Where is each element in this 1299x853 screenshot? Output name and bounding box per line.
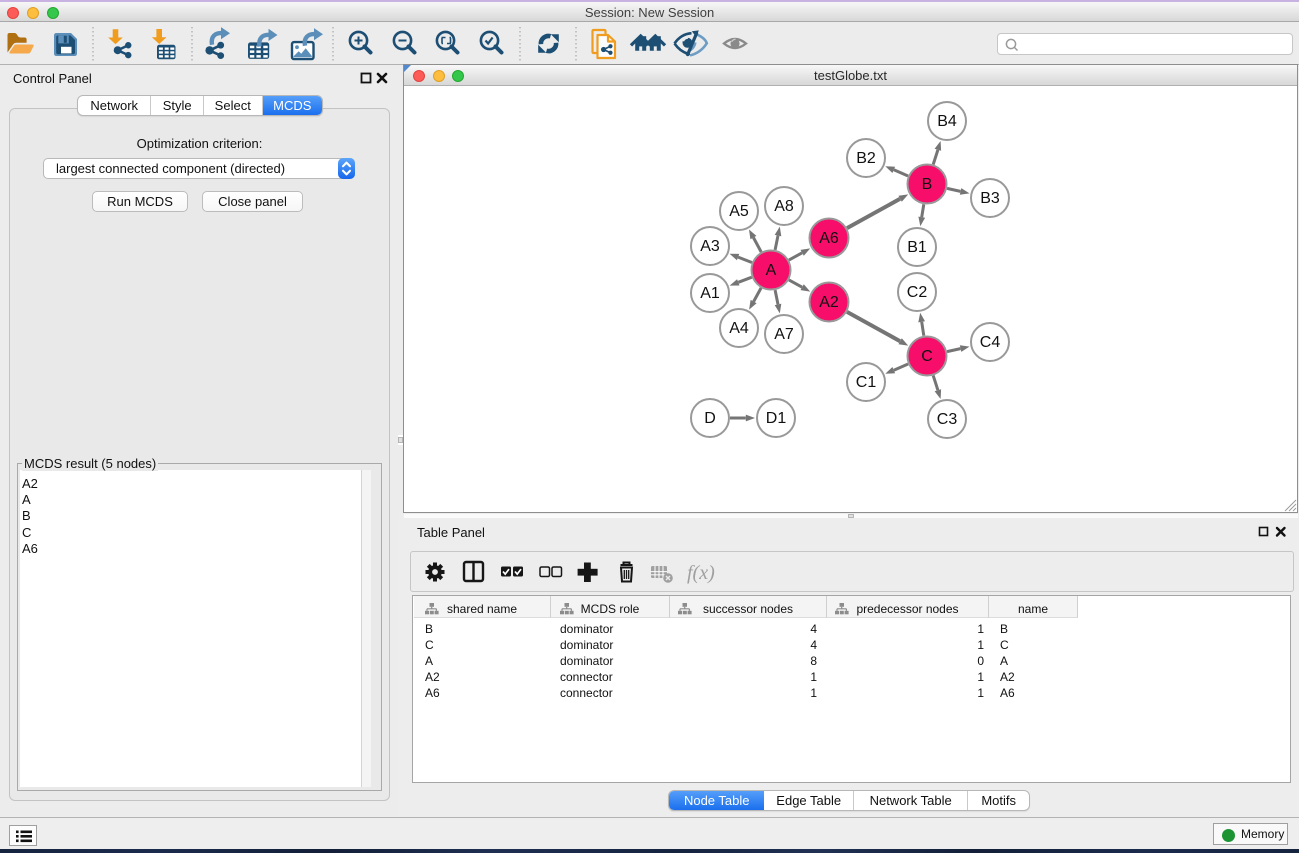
svg-text:A1: A1 [700, 285, 720, 302]
svg-text:A4: A4 [729, 320, 749, 337]
svg-text:A5: A5 [729, 203, 749, 220]
svg-text:A8: A8 [774, 198, 794, 215]
svg-text:A3: A3 [700, 238, 720, 255]
svg-text:B4: B4 [937, 113, 957, 130]
svg-text:D1: D1 [766, 410, 787, 427]
svg-text:C4: C4 [980, 334, 1001, 351]
svg-text:C2: C2 [907, 284, 928, 301]
svg-text:A7: A7 [774, 326, 794, 343]
svg-text:B2: B2 [856, 150, 876, 167]
svg-text:A: A [766, 262, 777, 279]
svg-text:D: D [704, 410, 716, 427]
svg-text:C1: C1 [856, 374, 877, 391]
svg-text:C3: C3 [937, 411, 958, 428]
svg-text:A2: A2 [819, 294, 839, 311]
svg-text:B: B [922, 176, 933, 193]
svg-text:A6: A6 [819, 230, 839, 247]
svg-text:B3: B3 [980, 190, 1000, 207]
svg-text:C: C [921, 348, 933, 365]
svg-text:f(x): f(x) [687, 562, 715, 584]
svg-text:B1: B1 [907, 239, 927, 256]
